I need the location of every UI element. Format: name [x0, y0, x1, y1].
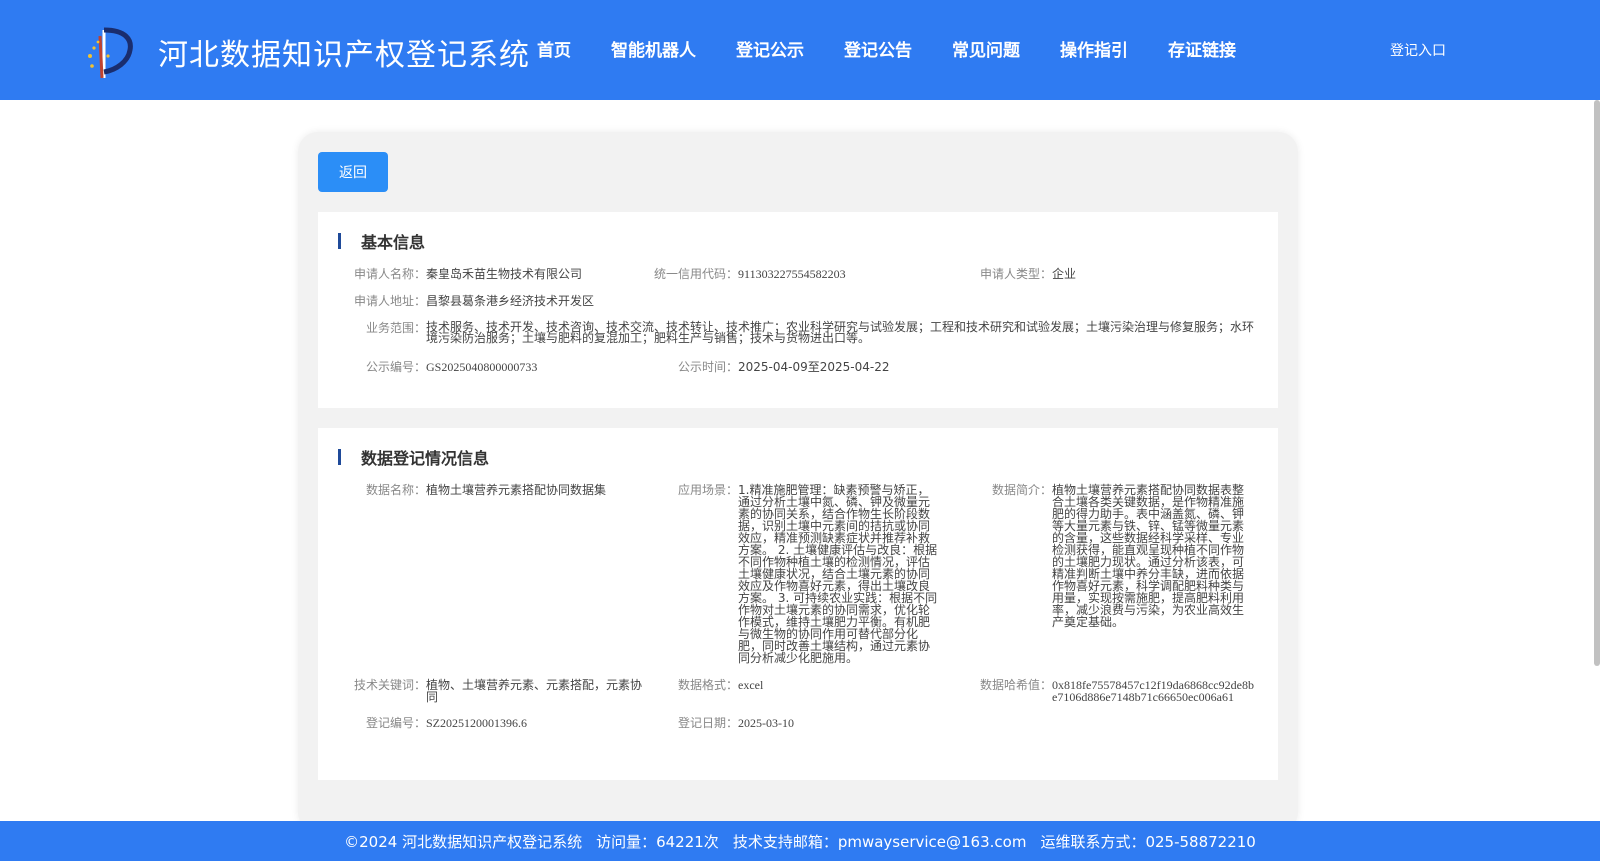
field-label: 申请人名称：: [354, 267, 427, 281]
field-label: 数据名称：: [365, 483, 426, 497]
nav-item-faq[interactable]: 常见问题: [952, 36, 1020, 61]
field-value: 1.精准施肥管理：缺素预警与矫正，通过分析土壤中氮、磷、钾及微量元素的协同关系，…: [738, 483, 938, 665]
scrollbar-thumb[interactable]: [1594, 100, 1600, 666]
field-label: 数据格式：: [677, 678, 738, 692]
registration-info-card: 数据登记情况信息 数据名称： 植物土壤营养元素搭配协同数据集 应用场景： 1.精…: [318, 428, 1278, 780]
field-label: 公示编号：: [365, 360, 426, 374]
field-applicant-name: 申请人名称： 秦皇岛禾苗生物技术有限公司: [354, 268, 582, 280]
field-value: 0x818fe75578457c12f19da6868cc92de8be7106…: [1052, 678, 1254, 704]
footer-copyright: ©2024 河北数据知识产权登记系统: [344, 832, 583, 851]
nav-item-robot[interactable]: 智能机器人: [611, 36, 696, 61]
back-button[interactable]: 返回: [318, 152, 388, 192]
field-value: 植物、土壤营养元素、元素搭配，元素协同: [426, 678, 643, 704]
field-label: 应用场景：: [677, 483, 738, 497]
site-title: 河北数据知识产权登记系统: [158, 38, 530, 73]
field-label: 登记编号：: [365, 716, 426, 730]
detail-container: 返回 基本信息 申请人名称： 秦皇岛禾苗生物技术有限公司 统一信用代码： 911…: [298, 132, 1298, 832]
field-value: GS2025040800000733: [426, 360, 538, 374]
field-applicant-type: 申请人类型： 企业: [980, 268, 1076, 280]
footer: ©2024 河北数据知识产权登记系统 访问量：64221次 技术支持邮箱：pmw…: [0, 821, 1600, 861]
field-value: 企业: [1052, 267, 1077, 281]
field-label: 申请人类型：: [980, 267, 1053, 281]
logo-icon: [88, 27, 133, 79]
section-title: 基本信息: [361, 233, 426, 252]
field-value: 植物土壤营养元素搭配协同数据集: [426, 483, 607, 497]
field-value: 植物土壤营养元素搭配协同数据表整合土壤各类关键数据，是作物精准施肥的得力助手。表…: [1052, 483, 1245, 629]
footer-email: 技术支持邮箱：pmwayservice@163.com: [732, 832, 1027, 851]
field-value: 秦皇岛禾苗生物技术有限公司: [426, 267, 583, 281]
basic-info-heading: 基本信息: [338, 232, 426, 252]
field-value: 2025-04-09至2025-04-22: [738, 360, 890, 374]
registration-info-heading: 数据登记情况信息: [338, 448, 490, 468]
field-value: 昌黎县葛条港乡经济技术开发区: [426, 294, 595, 308]
field-keywords: 技术关键词： 植物、土壤营养元素、元素搭配，元素协同: [354, 679, 644, 703]
field-label: 业务范围：: [365, 321, 426, 335]
field-data-name: 数据名称： 植物土壤营养元素搭配协同数据集: [354, 484, 644, 496]
field-address: 申请人地址： 昌黎县葛条港乡经济技术开发区: [354, 295, 594, 307]
nav-item-publicity[interactable]: 登记公示: [736, 36, 804, 61]
nav-item-evidence-link[interactable]: 存证链接: [1168, 36, 1236, 61]
field-value: 技术服务、技术开发、技术咨询、技术交流、技术转让、技术推广；农业科学研究与试验发…: [426, 320, 1255, 345]
field-label: 公示时间：: [677, 360, 738, 374]
field-registration-number: 登记编号： SZ2025120001396.6: [354, 717, 527, 729]
field-publicity-number: 公示编号： GS2025040800000733: [354, 361, 537, 373]
footer-visits: 访问量：64221次: [596, 832, 719, 851]
basic-info-card: 基本信息 申请人名称： 秦皇岛禾苗生物技术有限公司 统一信用代码： 911303…: [318, 212, 1278, 408]
footer-phone: 运维联系方式：025-58872210: [1040, 832, 1256, 851]
nav-item-guide[interactable]: 操作指引: [1060, 36, 1128, 61]
field-label: 申请人地址：: [354, 294, 427, 308]
login-link[interactable]: 登记入口: [1390, 40, 1446, 60]
nav-item-announcement[interactable]: 登记公告: [844, 36, 912, 61]
field-value: 911303227554582203: [738, 267, 846, 281]
field-value: excel: [738, 678, 764, 692]
field-label: 登记日期：: [677, 716, 738, 730]
main-nav: 首页 智能机器人 登记公示 登记公告 常见问题 操作指引 存证链接: [537, 36, 1276, 61]
field-publicity-time: 公示时间： 2025-04-09至2025-04-22: [666, 360, 890, 374]
field-value: 2025-03-10: [738, 716, 794, 730]
field-data-format: 数据格式： excel: [666, 679, 763, 691]
field-value: SZ2025120001396.6: [426, 716, 528, 730]
field-label: 技术关键词：: [354, 678, 427, 692]
field-application-scenario: 应用场景： 1.精准施肥管理：缺素预警与矫正，通过分析土壤中氮、磷、钾及微量元素…: [666, 484, 938, 664]
field-data-intro: 数据简介： 植物土壤营养元素搭配协同数据表整合土壤各类关键数据，是作物精准施肥的…: [980, 484, 1252, 628]
header: 河北数据知识产权登记系统 首页 智能机器人 登记公示 登记公告 常见问题 操作指…: [0, 0, 1600, 100]
field-registration-date: 登记日期： 2025-03-10: [666, 717, 794, 729]
section-title: 数据登记情况信息: [361, 449, 490, 468]
field-label: 统一信用代码：: [654, 267, 739, 281]
section-bar: [338, 449, 341, 465]
nav-item-home[interactable]: 首页: [537, 36, 571, 61]
field-data-hash: 数据哈希值： 0x818fe75578457c12f19da6868cc92de…: [968, 679, 1268, 703]
field-label: 数据哈希值：: [979, 678, 1052, 692]
field-credit-code: 统一信用代码： 911303227554582203: [654, 268, 846, 280]
field-business-scope: 业务范围： 技术服务、技术开发、技术咨询、技术交流、技术转让、技术推广；农业科学…: [354, 320, 1255, 345]
section-bar: [338, 233, 341, 249]
field-label: 数据简介：: [991, 483, 1052, 497]
